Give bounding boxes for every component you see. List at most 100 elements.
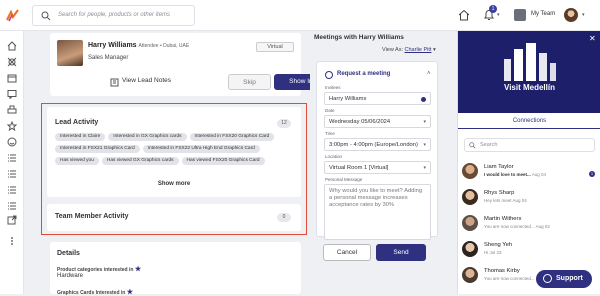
attendee-job-title: Sales Manager	[88, 55, 129, 61]
connection-item[interactable]: Martin Withers You are now connected... …	[462, 215, 597, 239]
location-select[interactable]: Virtual Room 1 [Virtual] ▾	[324, 161, 431, 174]
connection-item[interactable]: Liam Taylor I would love to meet... Aug …	[462, 163, 597, 187]
location-label: Location	[325, 154, 343, 159]
connection-name: Thomas Kirby	[484, 268, 520, 274]
time-value: 3:00pm - 4:00pm (Europe/London)	[329, 142, 418, 148]
personal-message-textarea[interactable]: Why would you like to meet? Adding a per…	[324, 184, 431, 240]
list-icon[interactable]	[7, 169, 17, 179]
search-icon	[469, 142, 476, 149]
connection-avatar	[462, 163, 478, 179]
connection-date: Aug 04	[512, 198, 527, 203]
request-meeting-title[interactable]: Request a meeting	[337, 71, 390, 77]
connections-search-input[interactable]: Search	[480, 142, 497, 148]
invitees-field[interactable]: Harry Williams	[324, 92, 431, 105]
global-search[interactable]: Search for people, products or other ite…	[32, 5, 195, 26]
more-vertical-icon[interactable]	[7, 236, 17, 246]
attendee-avatar	[57, 40, 83, 66]
left-nav-rail	[0, 31, 24, 294]
list-icon[interactable]	[7, 201, 17, 211]
list-icon[interactable]	[7, 153, 17, 163]
connection-date: Aug 04	[531, 172, 547, 177]
grid-icon[interactable]	[7, 57, 17, 67]
request-meeting-form: Request a meeting ˄ Invitees Harry Willi…	[316, 61, 438, 240]
list-icon[interactable]	[7, 185, 17, 195]
connection-avatar	[462, 267, 478, 283]
support-button[interactable]: Support	[536, 270, 592, 288]
connection-message: Hi Jul 23	[484, 250, 502, 255]
product-categories-label: Product categories interested in ★	[57, 265, 141, 273]
connection-name: Rhys Sharp	[484, 190, 515, 196]
connection-name: Sheng Yeh	[484, 242, 513, 248]
view-lead-notes-button[interactable]: View Lead Notes	[110, 77, 175, 89]
highlight-outline	[41, 103, 307, 235]
details-title: Details	[57, 250, 80, 257]
connection-message: Hey lets meet Aug 04	[484, 198, 527, 203]
chevron-down-icon: ▾	[432, 47, 436, 53]
help-icon	[543, 274, 552, 283]
connection-message-text: Hey lets meet	[484, 198, 512, 203]
chevron-down-icon: ▾	[423, 119, 426, 125]
connections-search[interactable]: Search	[464, 138, 595, 152]
team-icon[interactable]	[514, 9, 526, 21]
connection-message-text: You are now connected...	[484, 224, 535, 229]
date-select[interactable]: Wednesday 05/06/2024 ▾	[324, 115, 431, 128]
attendee-name-text: Harry Williams	[88, 42, 137, 49]
chevron-down-icon[interactable]: ▾	[582, 12, 585, 18]
view-as-name[interactable]: Charlie Pitt	[405, 47, 432, 53]
export-icon[interactable]	[7, 215, 17, 225]
support-label: Support	[556, 275, 583, 282]
location-value: Virtual Room 1 [Virtual]	[329, 165, 389, 171]
date-value: Wednesday 05/06/2024	[329, 119, 391, 125]
connection-message: You are now connected...	[484, 276, 535, 281]
meetings-title: Meetings with Harry Williams	[314, 34, 404, 41]
connection-name: Liam Taylor	[484, 164, 514, 170]
profile-card: Harry Williams Attendee • Dubai, UAE Sal…	[50, 33, 344, 96]
attendance-badge: Virtual	[256, 42, 294, 52]
attendee-subtitle: Attendee • Dubai, UAE	[138, 43, 190, 49]
search-input[interactable]: Search for people, products or other ite…	[58, 12, 170, 18]
home-icon[interactable]	[7, 41, 17, 51]
home-icon[interactable]	[458, 9, 470, 21]
app-logo-icon[interactable]	[6, 9, 19, 22]
product-categories-value: Hardware	[57, 273, 84, 279]
calendar-icon[interactable]	[7, 73, 17, 83]
date-label: Date	[325, 108, 335, 113]
skip-button[interactable]: Skip	[228, 74, 271, 90]
add-circle-icon	[325, 71, 333, 79]
view-as-label: View As:	[382, 47, 403, 53]
chat-icon[interactable]	[7, 89, 17, 99]
notes-icon	[110, 78, 119, 87]
tab-connections[interactable]: Connections	[458, 113, 600, 129]
connection-avatar	[462, 241, 478, 257]
user-avatar[interactable]	[564, 8, 578, 22]
invitee-dot-icon	[421, 97, 426, 102]
cancel-button[interactable]: Cancel	[323, 244, 371, 261]
star-icon: ★	[134, 266, 142, 273]
top-bar: Search for people, products or other ite…	[0, 0, 600, 31]
connection-item[interactable]: Sheng Yeh Hi Jul 23	[462, 241, 597, 265]
connection-message-text: Hi	[484, 250, 489, 255]
connection-item[interactable]: Rhys Sharp Hey lets meet Aug 04	[462, 189, 597, 213]
printer-icon[interactable]	[7, 105, 17, 115]
invitee-value: Harry Williams	[329, 96, 367, 102]
connection-avatar	[462, 189, 478, 205]
connection-message: I would love to meet... Aug 04	[484, 172, 546, 177]
attendee-name: Harry Williams Attendee • Dubai, UAE	[88, 42, 189, 49]
smile-icon[interactable]	[7, 137, 17, 147]
connection-message-text: You are now connected...	[484, 276, 535, 281]
view-as-selector[interactable]: View As: Charlie Pitt ▾	[382, 47, 436, 53]
time-label: Time	[325, 131, 335, 136]
chevron-down-icon[interactable]: ▾	[497, 12, 500, 18]
message-label: Personal Message	[325, 177, 363, 182]
star-icon[interactable]	[7, 121, 17, 131]
banner-text: Visit Medellín	[504, 83, 555, 92]
promo-banner[interactable]: ✕ Visit Medellín	[458, 31, 600, 113]
connection-message: You are now connected... Aug 02	[484, 224, 550, 229]
my-team-link[interactable]: My Team	[531, 11, 555, 17]
chevron-up-icon[interactable]: ˄	[427, 71, 431, 77]
chevron-down-icon: ▾	[423, 142, 426, 148]
send-button[interactable]: Send	[376, 244, 426, 261]
close-icon[interactable]: ✕	[589, 34, 596, 43]
invitees-label: Invitees	[325, 85, 341, 90]
time-select[interactable]: 3:00pm - 4:00pm (Europe/London) ▾	[324, 138, 431, 151]
